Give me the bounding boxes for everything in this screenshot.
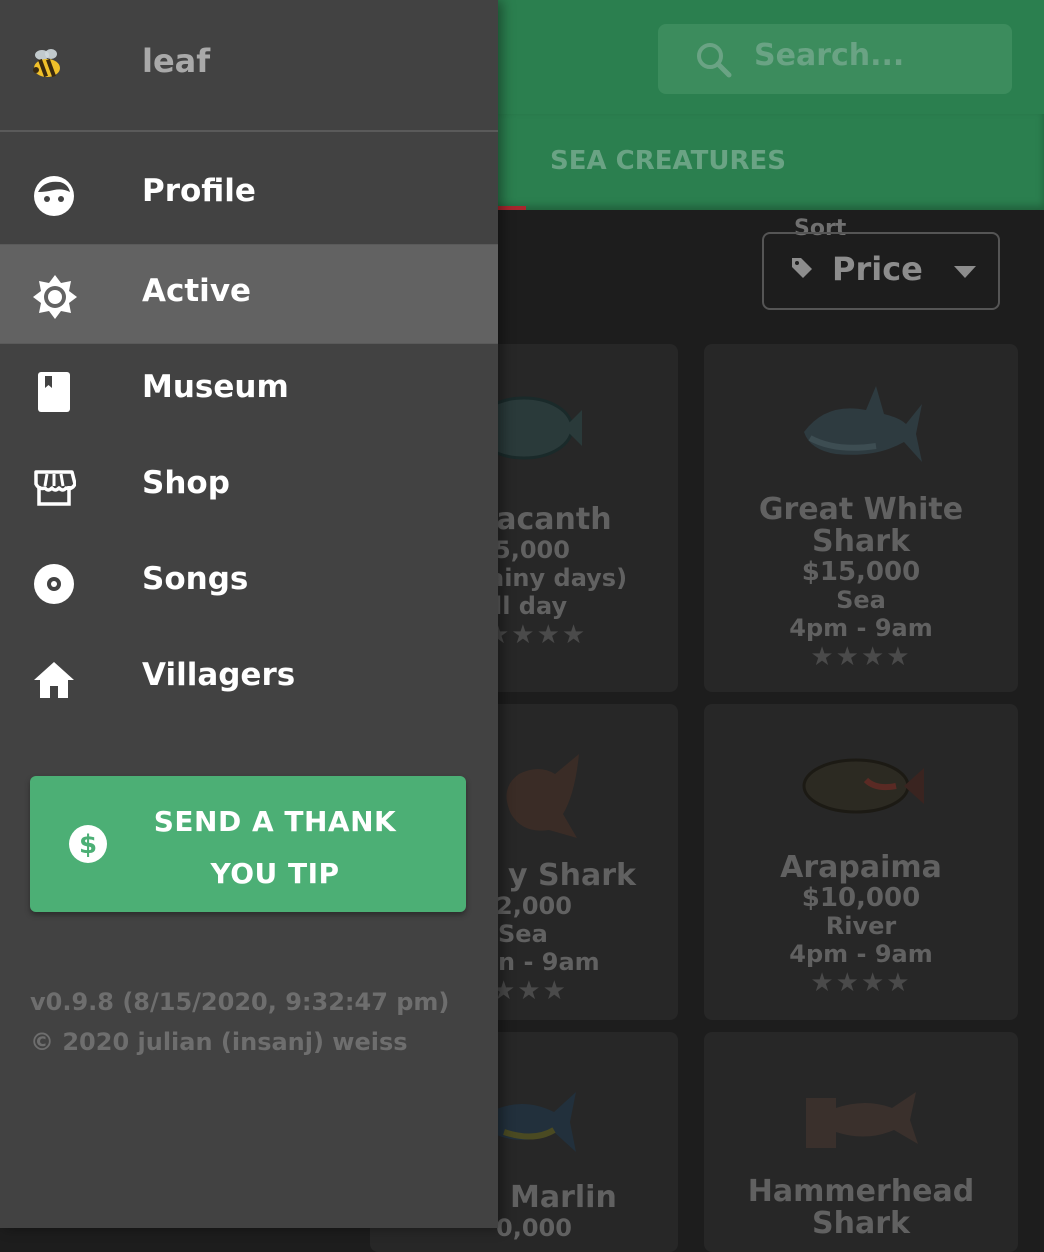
rarity-stars: ★★★★ (810, 642, 912, 672)
nav-item-museum[interactable]: Museum (0, 341, 498, 439)
card-price: $15,000 (801, 557, 921, 587)
nav-item-shop[interactable]: Shop (0, 437, 498, 535)
tab-indicator (498, 206, 526, 210)
home-icon (34, 662, 74, 698)
nav-item-active[interactable]: Active (0, 244, 498, 344)
card-name: Hammerhead (747, 1174, 975, 1209)
chevron-down-icon (954, 266, 976, 278)
sort-select[interactable]: Price (762, 232, 1000, 310)
send-tip-button[interactable]: $ SEND A THANK YOU TIP (30, 776, 466, 912)
dollar-icon: $ (69, 825, 107, 863)
card-name: Great White (758, 492, 964, 527)
creature-card[interactable]: Arapaima $10,000 River 4pm - 9am ★★★★ (704, 704, 1018, 1020)
search-box[interactable]: Search... (658, 24, 1012, 94)
fish-icon (802, 758, 924, 814)
card-location: Sea (836, 586, 886, 614)
creature-card[interactable]: Hammerhead Shark (704, 1032, 1018, 1252)
brightness-icon (33, 275, 77, 319)
version-info: v0.9.8 (8/15/2020, 9:32:47 pm) © 2020 ju… (30, 982, 449, 1062)
shark-icon (806, 1092, 918, 1148)
tip-label-line1: SEND A THANK (153, 805, 397, 838)
disc-icon (34, 564, 74, 604)
card-location: River (825, 912, 897, 940)
store-icon (34, 470, 76, 506)
version-text: v0.9.8 (8/15/2020, 9:32:47 pm) (30, 988, 450, 1016)
copyright-text: © 2020 julian (insanj) weiss (30, 1028, 408, 1056)
svg-text:$: $ (79, 830, 97, 860)
navigation-drawer: leaf Profile Active Museum Shop Songs Vi… (0, 0, 498, 1228)
card-name-line2: Shark (812, 1206, 910, 1241)
nav-label: Shop (142, 465, 230, 501)
nav-item-songs[interactable]: Songs (0, 533, 498, 631)
search-icon (697, 43, 732, 78)
card-name-line2: Shark (812, 524, 910, 559)
nav-label: Villagers (142, 657, 296, 693)
username: leaf (142, 42, 211, 80)
drawer-header: leaf (0, 0, 498, 132)
tab-sea-creatures[interactable]: SEA CREATURES (550, 146, 786, 176)
tip-button-label: SEND A THANK YOU TIP (130, 796, 420, 900)
book-icon (38, 372, 70, 412)
tag-icon (792, 258, 812, 278)
nav-item-villagers[interactable]: Villagers (0, 629, 498, 727)
card-price: $10,000 (801, 883, 921, 913)
nav-label: Museum (142, 369, 289, 405)
card-name: Arapaima (780, 850, 942, 885)
bee-icon (33, 49, 60, 78)
card-time: 4pm - 9am (789, 940, 933, 968)
search-placeholder: Search... (754, 38, 905, 73)
card-time: 4pm - 9am (789, 614, 933, 642)
nav-label: Active (142, 273, 252, 309)
nav-item-profile[interactable]: Profile (0, 145, 498, 243)
rarity-stars: ★★★★ (810, 968, 912, 998)
nav-label: Profile (142, 173, 256, 209)
tip-label-line2: YOU TIP (210, 857, 340, 890)
shark-icon (804, 386, 922, 462)
sort-value: Price (832, 250, 923, 288)
creature-card[interactable]: Great White Shark $15,000 Sea 4pm - 9am … (704, 344, 1018, 692)
face-icon (34, 176, 74, 216)
nav-label: Songs (142, 561, 249, 597)
